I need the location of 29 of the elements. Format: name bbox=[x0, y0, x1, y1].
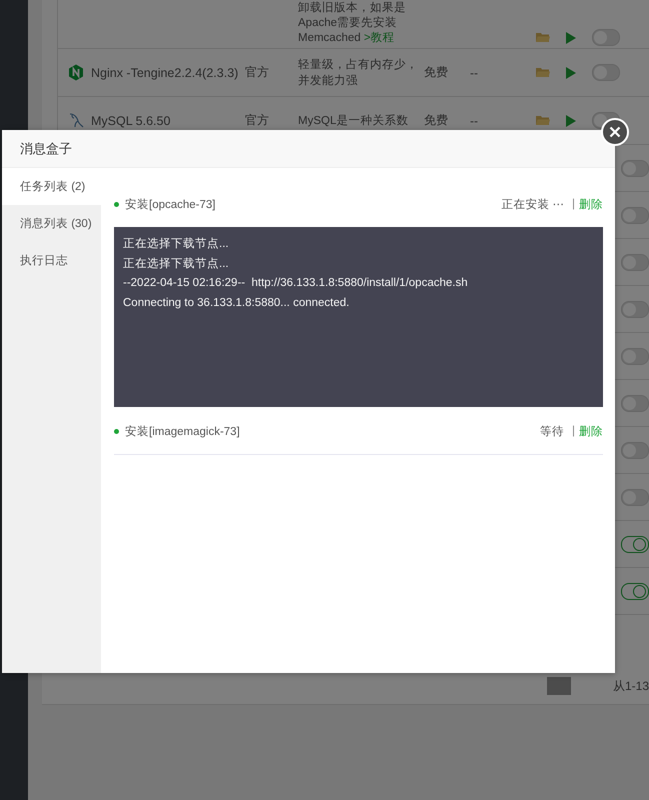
description-text: 卸载旧版本，如果是 bbox=[298, 2, 406, 14]
nav-tab[interactable]: 消息列表 (30) bbox=[2, 205, 101, 242]
log-line: --2022-04-15 02:16:29-- http://36.133.1.8:5880/install/1/opcache.sh bbox=[123, 276, 469, 291]
log-line: 正在选择下载节点... bbox=[123, 236, 230, 252]
price-text: 免费 bbox=[424, 113, 448, 127]
nav-tab[interactable]: 任务列表 (2) bbox=[2, 168, 101, 205]
separator-text: | bbox=[572, 425, 575, 437]
plugin-name: Nginx -Tengine2.2.4(2.3.3) bbox=[91, 66, 238, 80]
task-status: 正在安装 ⋯ bbox=[501, 198, 564, 212]
log-line: 正在选择下载节点... bbox=[123, 256, 230, 272]
description-text: Memcached bbox=[298, 32, 362, 44]
nav-tab[interactable]: 执行日志 bbox=[2, 242, 101, 279]
description-text: 轻量级，占有内存少， bbox=[298, 58, 418, 70]
task-title: 安装[imagemagick-73] bbox=[125, 424, 240, 438]
expiry-text: -- bbox=[470, 114, 478, 128]
description-text: 并发能力强 bbox=[298, 74, 358, 86]
dialog-title: 消息盒子 bbox=[20, 140, 72, 158]
log-line: Connecting to 36.133.1.8:5880... connected. bbox=[123, 296, 350, 310]
expiry-text: -- bbox=[470, 66, 478, 80]
source-text: 官方 bbox=[245, 113, 269, 127]
task-status: 等待 bbox=[540, 424, 564, 438]
pagination-text: 从1-13 bbox=[612, 678, 649, 694]
description-text: Apache需要先安装 bbox=[298, 17, 398, 29]
description-text: MySQL是一种关系数 bbox=[298, 114, 408, 126]
source-text: 官方 bbox=[245, 65, 269, 79]
price-text: 免费 bbox=[424, 65, 448, 79]
separator-text: | bbox=[572, 198, 575, 210]
task-title: 安装[opcache-73] bbox=[125, 198, 216, 212]
plugin-name: MySQL 5.6.50 bbox=[91, 114, 170, 128]
